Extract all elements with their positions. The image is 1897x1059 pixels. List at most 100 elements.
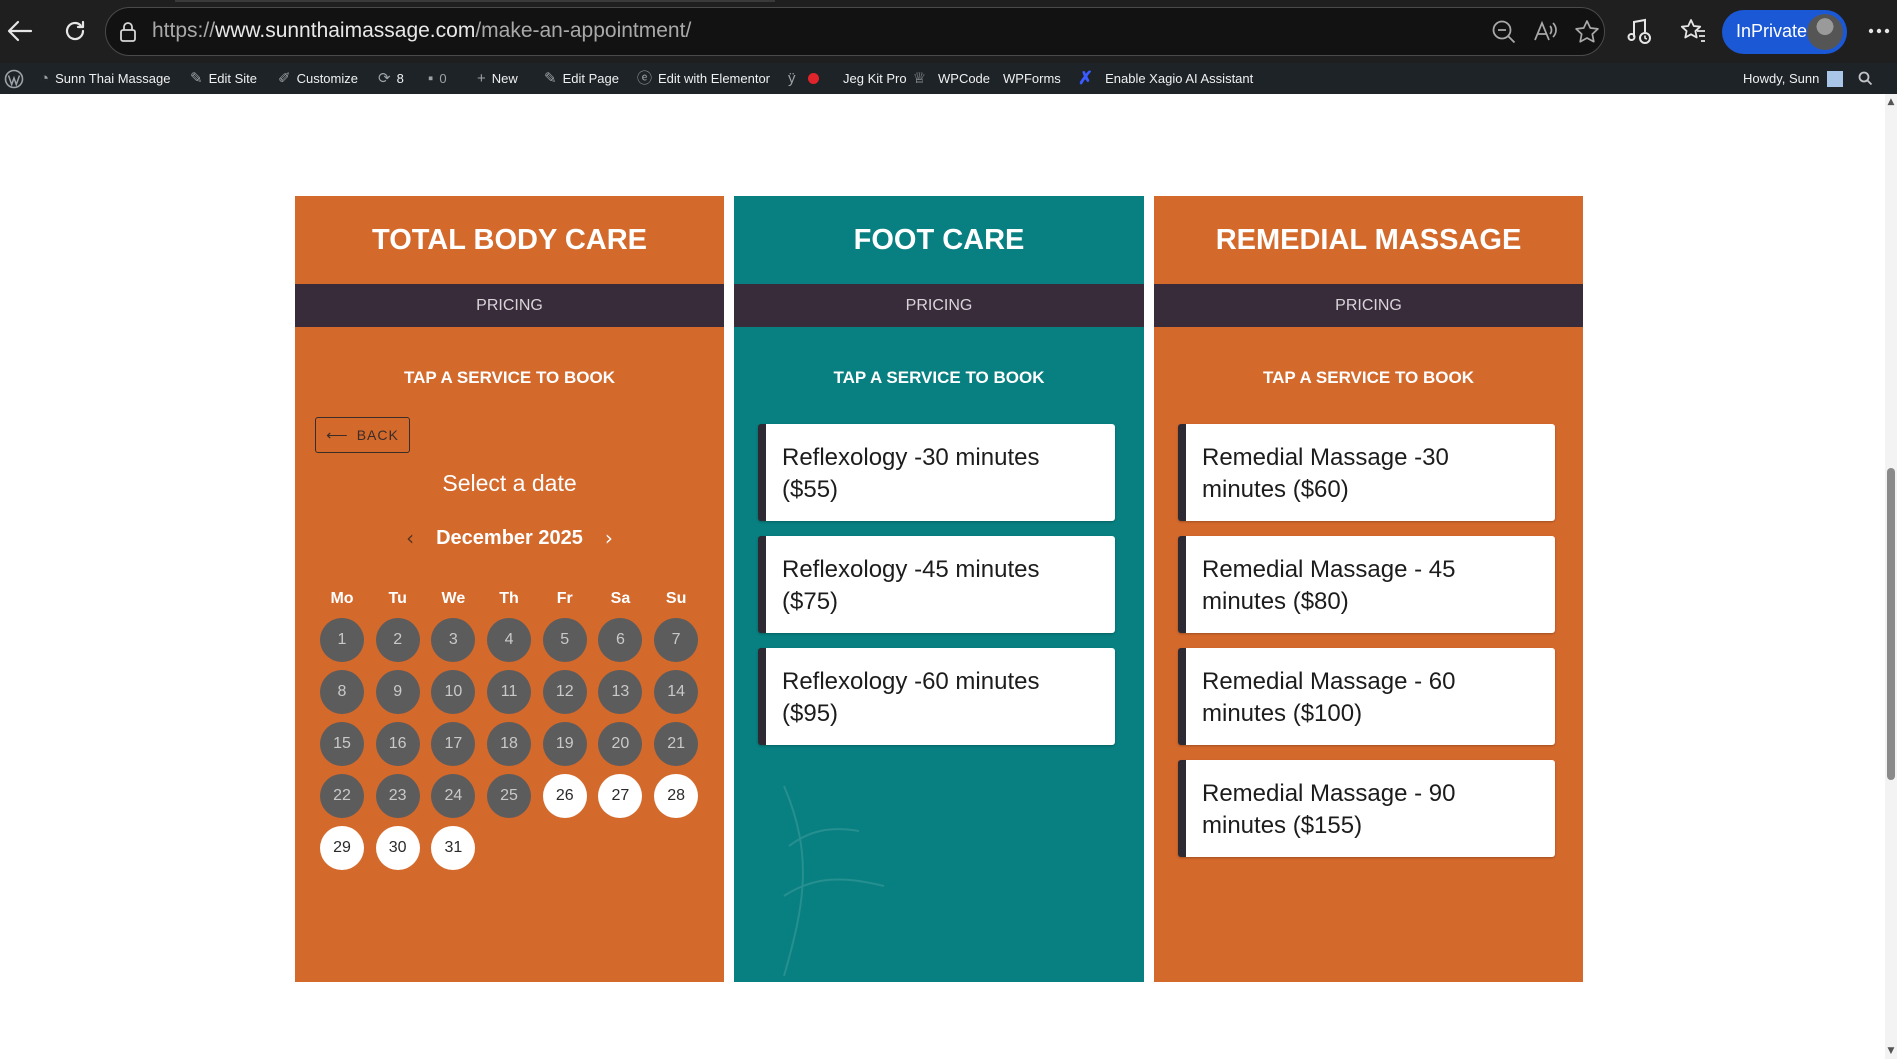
admin-new[interactable]: + New [477, 63, 518, 94]
calendar-day-available[interactable]: 29 [320, 826, 364, 870]
edit-elementor-label: Edit with Elementor [658, 71, 771, 86]
active-tab-edge [175, 0, 775, 2]
comments-count: 0 [439, 71, 447, 86]
service-remedial-90[interactable]: Remedial Massage - 90 minutes ($155) [1178, 760, 1555, 857]
service-remedial-60[interactable]: Remedial Massage - 60 minutes ($100) [1178, 648, 1555, 745]
admin-edit-elementor[interactable]: ⓔ Edit with Elementor [637, 63, 770, 94]
calendar-day-unavailable: 11 [487, 670, 532, 714]
wp-admin-bar: ◔ Sunn Thai Massage ✎ Edit Site ✐ Custom… [0, 63, 1897, 94]
customize-brush-icon: ✐ [278, 70, 291, 87]
calendar-day-unavailable: 22 [320, 774, 364, 818]
calendar-day-unavailable: 9 [375, 670, 420, 714]
card-remedial-massage: REMEDIAL MASSAGE PRICING TAP A SERVICE T… [1154, 196, 1583, 982]
edit-page-label: Edit Page [562, 71, 619, 86]
admin-updates[interactable]: ⟳ 8 [378, 63, 404, 94]
calendar-day-unavailable: 20 [598, 722, 643, 766]
wpforms-label: WPForms [1003, 71, 1061, 86]
more-menu-icon[interactable] [1862, 14, 1896, 48]
admin-jeg-kit[interactable]: Jeg Kit Pro ♕ [843, 63, 926, 94]
calendar-day-unavailable: 25 [487, 774, 532, 818]
admin-search-icon[interactable] [1858, 63, 1873, 94]
service-remedial-45[interactable]: Remedial Massage - 45 minutes ($80) [1178, 536, 1555, 633]
calendar-day-available[interactable]: 26 [542, 774, 587, 818]
card-total-body-care: TOTAL BODY CARE PRICING TAP A SERVICE TO… [295, 196, 724, 982]
page-scrollbar[interactable]: ▲ ▼ [1885, 94, 1897, 1059]
service-remedial-30[interactable]: Remedial Massage -30 minutes ($60) [1178, 424, 1555, 521]
yoast-icon: ÿ [788, 70, 796, 87]
url-scheme: https:// [152, 19, 216, 42]
site-name-label: Sunn Thai Massage [55, 71, 171, 86]
updates-icon: ⟳ [378, 70, 391, 87]
scroll-up-icon[interactable]: ▲ [1887, 98, 1895, 107]
weekday-header: Fr [556, 590, 573, 607]
calendar-day-available[interactable]: 30 [375, 826, 420, 870]
pricing-tab[interactable]: PRICING [1154, 284, 1583, 327]
new-label: New [491, 71, 518, 86]
weekday-header: We [441, 590, 466, 607]
admin-xagio[interactable]: ✗ Enable Xagio AI Assistant [1078, 63, 1253, 94]
inprivate-label: InPrivate [1736, 21, 1808, 41]
month-navigation: ‹ December 2025 › [295, 526, 724, 550]
zoom-out-icon[interactable] [1491, 19, 1517, 45]
chevron-right-icon[interactable]: › [605, 526, 613, 550]
weekday-header: Su [665, 590, 687, 607]
wordpress-logo-icon[interactable] [4, 63, 24, 94]
calendar-day-available[interactable]: 31 [431, 826, 476, 870]
admin-edit-site[interactable]: ✎ Edit Site [190, 63, 257, 94]
scroll-down-icon[interactable]: ▼ [1887, 1047, 1895, 1056]
calendar-day-available[interactable]: 27 [598, 774, 643, 818]
calendar-day-unavailable: 24 [431, 774, 476, 818]
admin-yoast[interactable]: ÿ [788, 63, 819, 94]
calendar-day-unavailable: 15 [320, 722, 364, 766]
calendar-day-unavailable: 18 [487, 722, 532, 766]
back-button[interactable]: ⟵ BACK [315, 417, 410, 453]
wpcode-label: WPCode [938, 71, 991, 86]
pricing-tab[interactable]: PRICING [734, 284, 1144, 327]
calendar-day-unavailable: 5 [542, 618, 587, 662]
card-foot-care: FOOT CARE PRICING TAP A SERVICE TO BOOK … [734, 196, 1144, 982]
chevron-left-icon[interactable]: ‹ [406, 526, 414, 550]
url-path: /make-an-appointment/ [475, 19, 692, 42]
media-control-icon[interactable] [1622, 14, 1656, 48]
select-date-heading: Select a date [442, 470, 577, 496]
scroll-thumb[interactable] [1887, 468, 1895, 780]
status-red-dot-icon [807, 73, 819, 84]
admin-comments[interactable]: ▪ 0 [428, 63, 447, 94]
calendar-day-available[interactable]: 28 [654, 774, 699, 818]
calendar-day-unavailable: 6 [598, 618, 643, 662]
plus-icon: + [477, 70, 486, 87]
calendar-day-unavailable: 1 [320, 618, 364, 662]
url-host: www.sunnthaimassage.com [215, 19, 476, 42]
weekday-header: Mo [330, 590, 354, 607]
inprivate-button[interactable]: InPrivate [1722, 10, 1847, 54]
leaf-watermark-icon [783, 785, 885, 976]
service-reflexology-60[interactable]: Reflexology -60 minutes ($95) [758, 648, 1115, 745]
refresh-icon[interactable] [58, 14, 92, 48]
service-reflexology-30[interactable]: Reflexology -30 minutes ($55) [758, 424, 1115, 521]
favorite-star-icon[interactable] [1574, 19, 1600, 45]
favorites-icon[interactable] [1676, 14, 1710, 48]
weekday-header: Th [499, 590, 519, 607]
card-title: REMEDIAL MASSAGE [1215, 223, 1522, 256]
dashboard-icon: ◔ [40, 70, 50, 87]
user-avatar [1827, 70, 1844, 87]
calendar-day-unavailable: 12 [542, 670, 587, 714]
read-aloud-icon[interactable] [1533, 20, 1559, 44]
card-title: FOOT CARE [853, 223, 1025, 256]
lock-icon[interactable] [118, 21, 138, 43]
arrow-left-icon: ⟵ [326, 427, 349, 444]
admin-wpcode[interactable]: WPCode [938, 63, 990, 94]
admin-site-name[interactable]: ◔ Sunn Thai Massage [40, 63, 170, 94]
admin-customize[interactable]: ✐ Customize [278, 63, 358, 94]
pricing-tab[interactable]: PRICING [295, 284, 724, 327]
admin-wpforms[interactable]: WPForms [1003, 63, 1061, 94]
admin-edit-page[interactable]: ✎ Edit Page [544, 63, 619, 94]
weekday-header: Tu [388, 590, 407, 607]
comment-icon: ▪ [428, 70, 434, 87]
jeg-kit-label: Jeg Kit Pro [843, 71, 907, 86]
back-icon[interactable] [3, 14, 37, 48]
admin-howdy[interactable]: Howdy, Sunn [1743, 63, 1844, 94]
customize-label: Customize [296, 71, 358, 86]
service-reflexology-45[interactable]: Reflexology -45 minutes ($75) [758, 536, 1115, 633]
brush-icon: ✎ [190, 70, 203, 87]
